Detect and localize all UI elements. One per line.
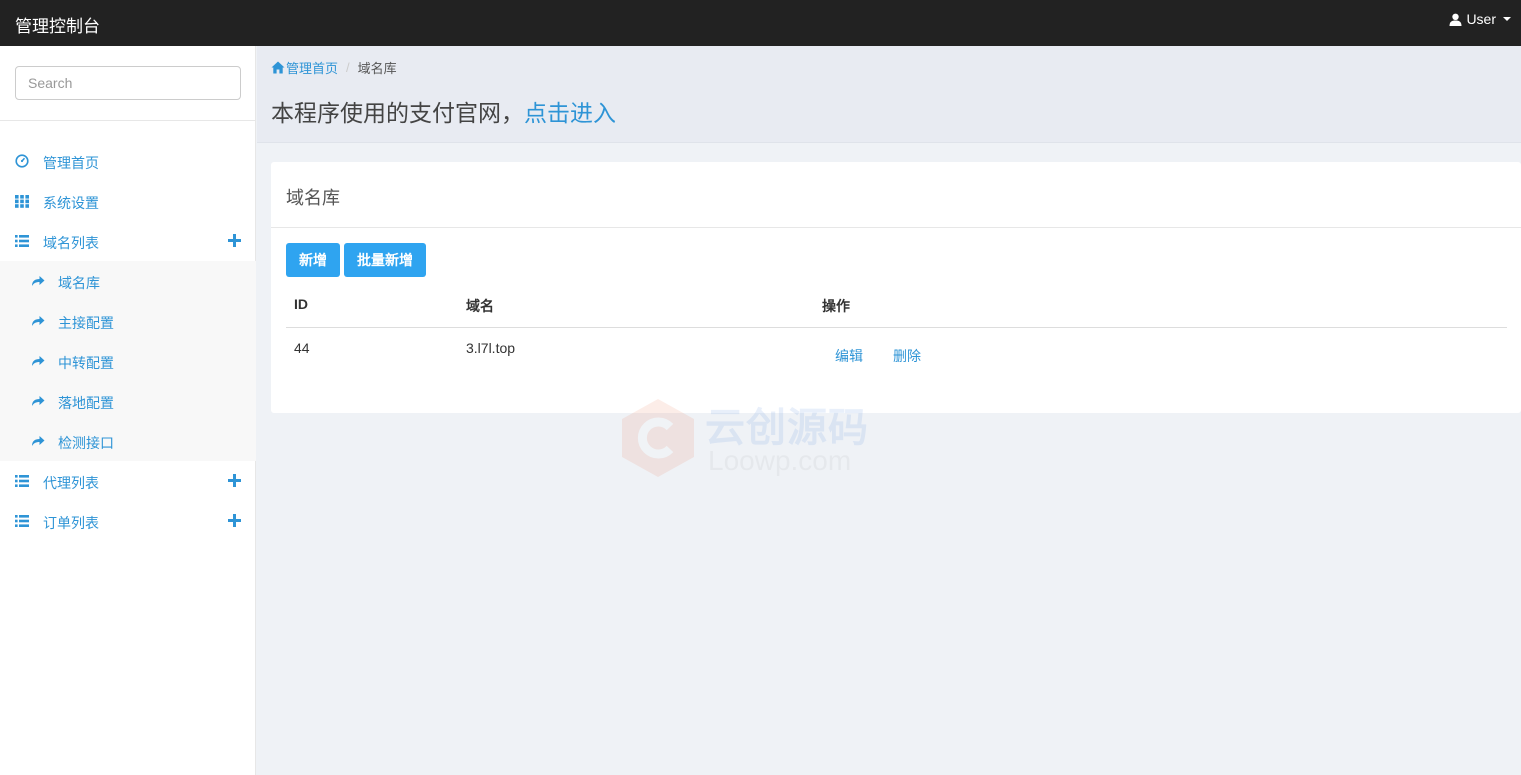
column-header-domain: 域名: [466, 298, 494, 314]
page-title-text: 本程序使用的支付官网，: [271, 100, 524, 126]
sidebar-subitem-check-api[interactable]: 检测接口: [0, 421, 256, 461]
sidebar-item-label: 域名列表: [43, 235, 99, 251]
page-header: 管理首页 / 域名库 本程序使用的支付官网，点击进入: [257, 46, 1521, 143]
dashboard-icon: [15, 154, 29, 168]
list-icon: [15, 475, 29, 487]
payment-site-link[interactable]: 点击进入: [524, 100, 616, 126]
sidebar-item-system-settings[interactable]: 系统设置: [0, 181, 256, 221]
plus-icon[interactable]: [228, 234, 241, 247]
batch-add-button[interactable]: 批量新增: [344, 243, 426, 277]
user-label: User: [1466, 11, 1496, 27]
sidebar-subitem-landing-config[interactable]: 落地配置: [0, 381, 256, 421]
domain-table: ID 域名 操作 44 3.l7l.top 编辑 删除: [286, 283, 1507, 378]
list-icon: [15, 235, 29, 247]
main-content: 管理首页 / 域名库 本程序使用的支付官网，点击进入 域名库 新增 批量新增 I…: [257, 46, 1521, 775]
domain-library-panel: 域名库 新增 批量新增 ID 域名 操作 44 3.l7l.top 编辑 删除: [271, 162, 1521, 413]
share-arrow-icon: [32, 396, 45, 406]
sidebar-subitem-domain-library[interactable]: 域名库: [0, 261, 256, 301]
sidebar-subitem-relay-config[interactable]: 中转配置: [0, 341, 256, 381]
breadcrumb-current: 域名库: [357, 61, 397, 76]
sidebar-item-label: 域名库: [58, 275, 100, 291]
home-icon: [271, 61, 285, 74]
table-row: 44 3.l7l.top 编辑 删除: [286, 328, 1507, 378]
plus-icon[interactable]: [228, 474, 241, 487]
column-header-actions: 操作: [822, 298, 850, 314]
table-header-row: ID 域名 操作: [286, 283, 1507, 328]
breadcrumb-separator: /: [346, 60, 350, 75]
sidebar-subitem-main-config[interactable]: 主接配置: [0, 301, 256, 341]
share-arrow-icon: [32, 276, 45, 286]
sidebar: 管理首页 系统设置 域名列表: [0, 46, 256, 775]
panel-heading: 域名库: [271, 162, 1521, 228]
panel-title: 域名库: [286, 188, 340, 208]
sidebar-item-domain-list[interactable]: 域名列表: [0, 221, 256, 261]
sidebar-item-label: 代理列表: [43, 475, 99, 491]
sidebar-item-label: 系统设置: [43, 195, 99, 211]
sidebar-item-label: 订单列表: [43, 515, 99, 531]
sidebar-item-label: 落地配置: [58, 395, 114, 411]
grid-icon: [15, 195, 29, 208]
caret-down-icon: [1503, 17, 1511, 21]
share-arrow-icon: [32, 356, 45, 366]
sidebar-item-label: 主接配置: [58, 315, 114, 331]
user-icon: [1449, 13, 1462, 26]
list-icon: [15, 515, 29, 527]
share-arrow-icon: [32, 436, 45, 446]
sidebar-search: [0, 46, 256, 121]
sidebar-item-dashboard[interactable]: 管理首页: [0, 141, 256, 181]
sidebar-subnav-domain: 域名库 主接配置 中转配置 落地配置 检测接口: [0, 261, 256, 461]
breadcrumb-home-link[interactable]: 管理首页: [271, 58, 338, 77]
plus-icon[interactable]: [228, 514, 241, 527]
app-title[interactable]: 管理控制台: [15, 12, 100, 37]
column-header-id: ID: [294, 296, 308, 312]
search-input[interactable]: [15, 66, 241, 100]
share-arrow-icon: [32, 316, 45, 326]
edit-link[interactable]: 编辑: [835, 346, 863, 366]
breadcrumb: 管理首页 / 域名库: [271, 58, 397, 77]
cell-domain: 3.l7l.top: [466, 340, 516, 356]
cell-id: 44: [294, 340, 310, 356]
sidebar-item-agent-list[interactable]: 代理列表: [0, 461, 256, 501]
top-navbar: 管理控制台 User: [0, 0, 1521, 46]
page-title: 本程序使用的支付官网，点击进入: [271, 94, 616, 128]
sidebar-item-order-list[interactable]: 订单列表: [0, 501, 256, 541]
delete-link[interactable]: 删除: [893, 346, 921, 366]
breadcrumb-home-label: 管理首页: [286, 61, 339, 76]
user-menu[interactable]: User: [1449, 11, 1511, 27]
sidebar-nav: 管理首页 系统设置 域名列表 域名库 主接配置 中转配置 落地配置 检测接口 代…: [0, 141, 256, 541]
add-button[interactable]: 新增: [286, 243, 340, 277]
sidebar-item-label: 检测接口: [58, 435, 114, 451]
sidebar-item-label: 中转配置: [58, 355, 114, 371]
sidebar-item-label: 管理首页: [43, 155, 99, 171]
